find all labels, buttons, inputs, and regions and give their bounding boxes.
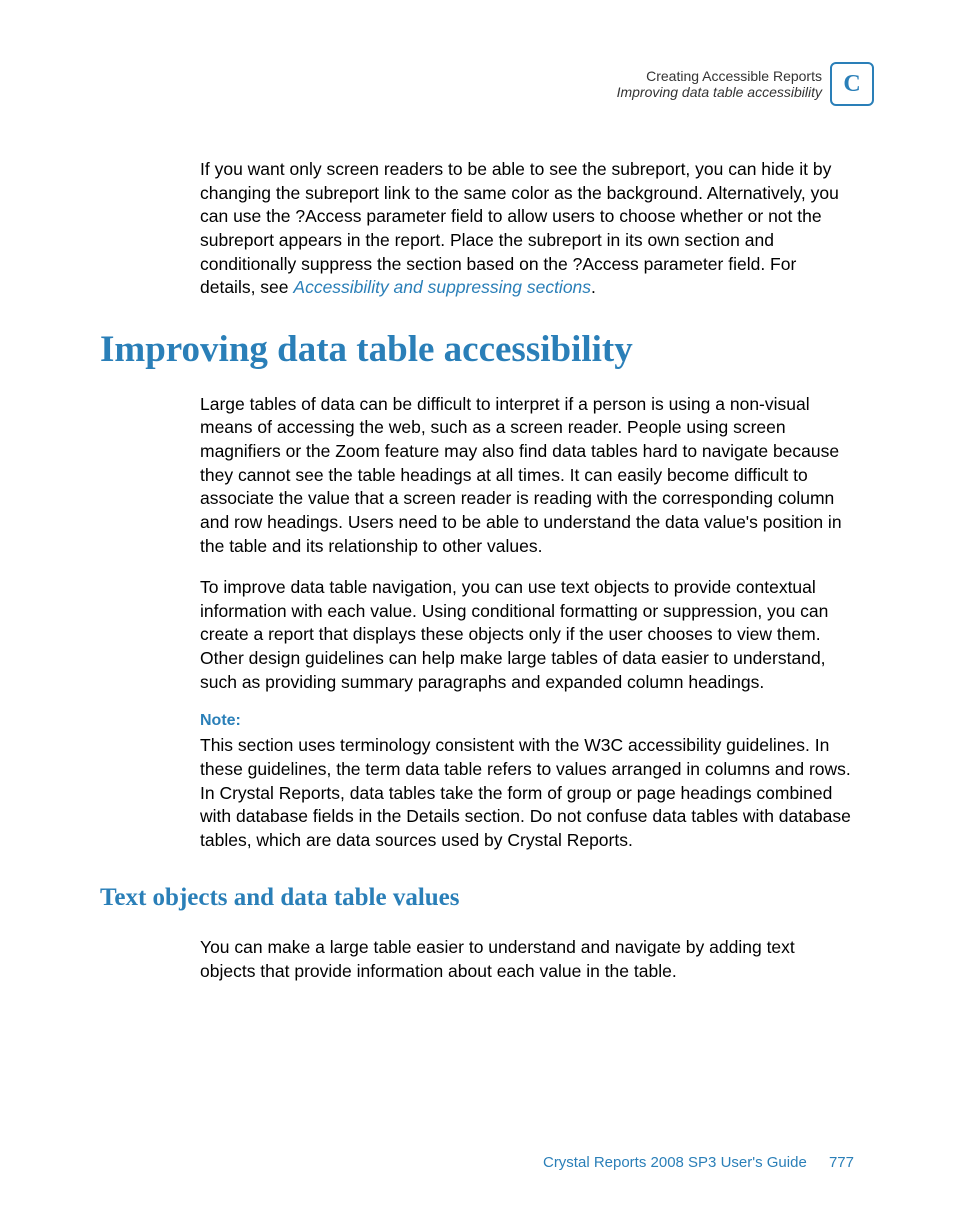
sub-heading: Text objects and data table values xyxy=(100,884,854,912)
header-text-block: Creating Accessible Reports Improving da… xyxy=(617,68,822,100)
note-text: This section uses terminology consistent… xyxy=(200,734,854,852)
main-heading: Improving data table accessibility xyxy=(100,328,854,371)
footer-page-number: 777 xyxy=(829,1154,854,1171)
note-label: Note: xyxy=(200,712,854,730)
header-chapter-title: Creating Accessible Reports xyxy=(617,68,822,84)
footer-guide-title: Crystal Reports 2008 SP3 User's Guide xyxy=(543,1154,807,1171)
appendix-badge: C xyxy=(830,62,874,106)
page-footer: Crystal Reports 2008 SP3 User's Guide 77… xyxy=(543,1154,854,1171)
accessibility-sections-link[interactable]: Accessibility and suppressing sections xyxy=(293,277,591,297)
paragraph-3: You can make a large table easier to und… xyxy=(200,936,854,983)
header-section-title: Improving data table accessibility xyxy=(617,84,822,100)
page-header: Creating Accessible Reports Improving da… xyxy=(617,62,874,106)
appendix-letter: C xyxy=(843,71,860,98)
paragraph-2: To improve data table navigation, you ca… xyxy=(200,576,854,694)
page-content: If you want only screen readers to be ab… xyxy=(100,158,854,1002)
paragraph-1: Large tables of data can be difficult to… xyxy=(200,393,854,558)
intro-paragraph: If you want only screen readers to be ab… xyxy=(200,158,854,300)
intro-text-after: . xyxy=(591,277,596,297)
